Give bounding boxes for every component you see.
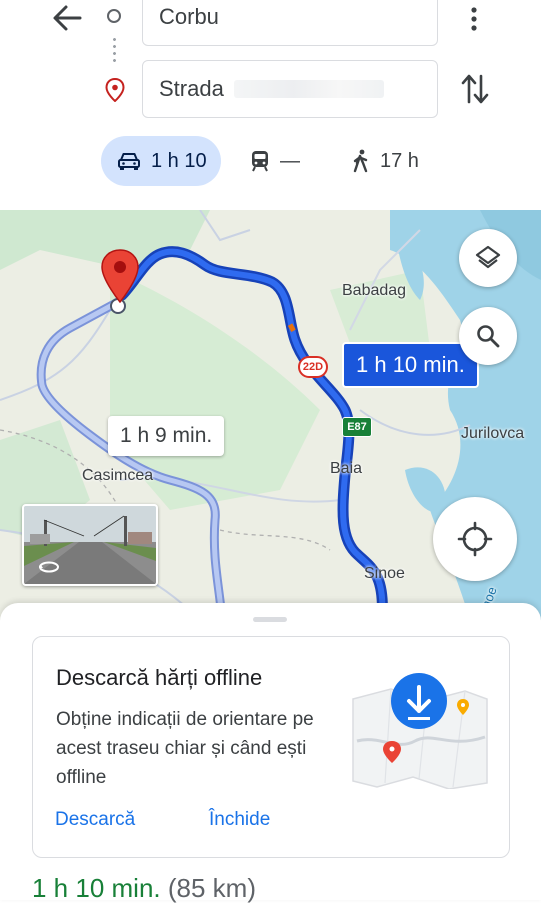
search-button[interactable] <box>459 307 517 365</box>
directions-header: Corbu Strada 1 h 10 — 17 h <box>0 0 541 210</box>
alt-route-time-label[interactable]: 1 h 9 min. <box>108 416 225 456</box>
train-icon <box>252 151 268 172</box>
more-options-icon[interactable] <box>466 4 482 34</box>
mode-drive-tab[interactable]: 1 h 10 <box>101 136 221 186</box>
walking-icon <box>353 149 368 173</box>
bottom-sheet: Descarcă hărți offline Obține indicații … <box>0 603 541 903</box>
road-22d-shield: 22D <box>298 356 328 378</box>
offline-maps-card: Descarcă hărți offline Obține indicații … <box>32 636 510 858</box>
main-route-time-label[interactable]: 1 h 10 min. <box>342 342 479 388</box>
place-babadag: Babadag <box>342 282 407 299</box>
layers-button[interactable] <box>459 229 517 287</box>
mode-walk-tab[interactable]: 17 h <box>352 136 419 186</box>
sheet-drag-handle[interactable] <box>253 617 287 622</box>
offline-map-illustration <box>352 673 488 789</box>
place-jurilovca: Jurilovca <box>461 425 525 442</box>
route-dots-icon <box>113 36 116 62</box>
route-summary: 1 h 10 min. (85 km) <box>32 873 256 904</box>
map-view[interactable]: 22D E87 Babadag Jurilovca Casimcea Baia … <box>0 210 541 620</box>
destination-marker-icon <box>101 249 139 304</box>
close-button[interactable]: Închide <box>209 809 270 831</box>
place-sinoe: Sinoe <box>364 565 405 582</box>
mode-transit-tab[interactable]: — <box>250 136 300 186</box>
my-location-button[interactable] <box>433 497 517 581</box>
destination-pin-icon <box>105 78 125 102</box>
summary-distance: (85 km) <box>167 873 256 903</box>
summary-time: 1 h 10 min. <box>32 873 161 903</box>
origin-field[interactable]: Corbu <box>142 0 438 46</box>
search-icon <box>477 325 500 348</box>
origin-circle-icon <box>107 9 121 23</box>
car-icon <box>118 153 140 170</box>
destination-text: Strada <box>159 76 224 101</box>
travel-modes: 1 h 10 — 17 h <box>0 136 541 186</box>
download-button[interactable]: Descarcă <box>55 809 135 831</box>
drive-time: 1 h 10 <box>151 149 207 172</box>
back-arrow-icon[interactable] <box>50 4 84 32</box>
redacted-address <box>233 80 384 98</box>
swap-direction-icon[interactable] <box>460 72 490 106</box>
offline-card-body: Obține indicații de orientare pe acest t… <box>56 709 314 788</box>
transit-time: — <box>280 149 300 172</box>
rotate-360-icon <box>39 561 59 573</box>
street-view-thumbnail[interactable] <box>22 504 158 586</box>
layers-icon <box>475 245 501 269</box>
destination-field[interactable]: Strada <box>142 60 438 118</box>
origin-text: Corbu <box>159 4 219 29</box>
walk-time: 17 h <box>380 149 419 172</box>
offline-card-title: Descarcă hărți offline <box>56 665 263 690</box>
my-location-icon <box>457 521 493 557</box>
place-baia: Baia <box>330 460 363 477</box>
place-casimcea: Casimcea <box>82 467 154 484</box>
road-e87-shield: E87 <box>342 417 372 437</box>
